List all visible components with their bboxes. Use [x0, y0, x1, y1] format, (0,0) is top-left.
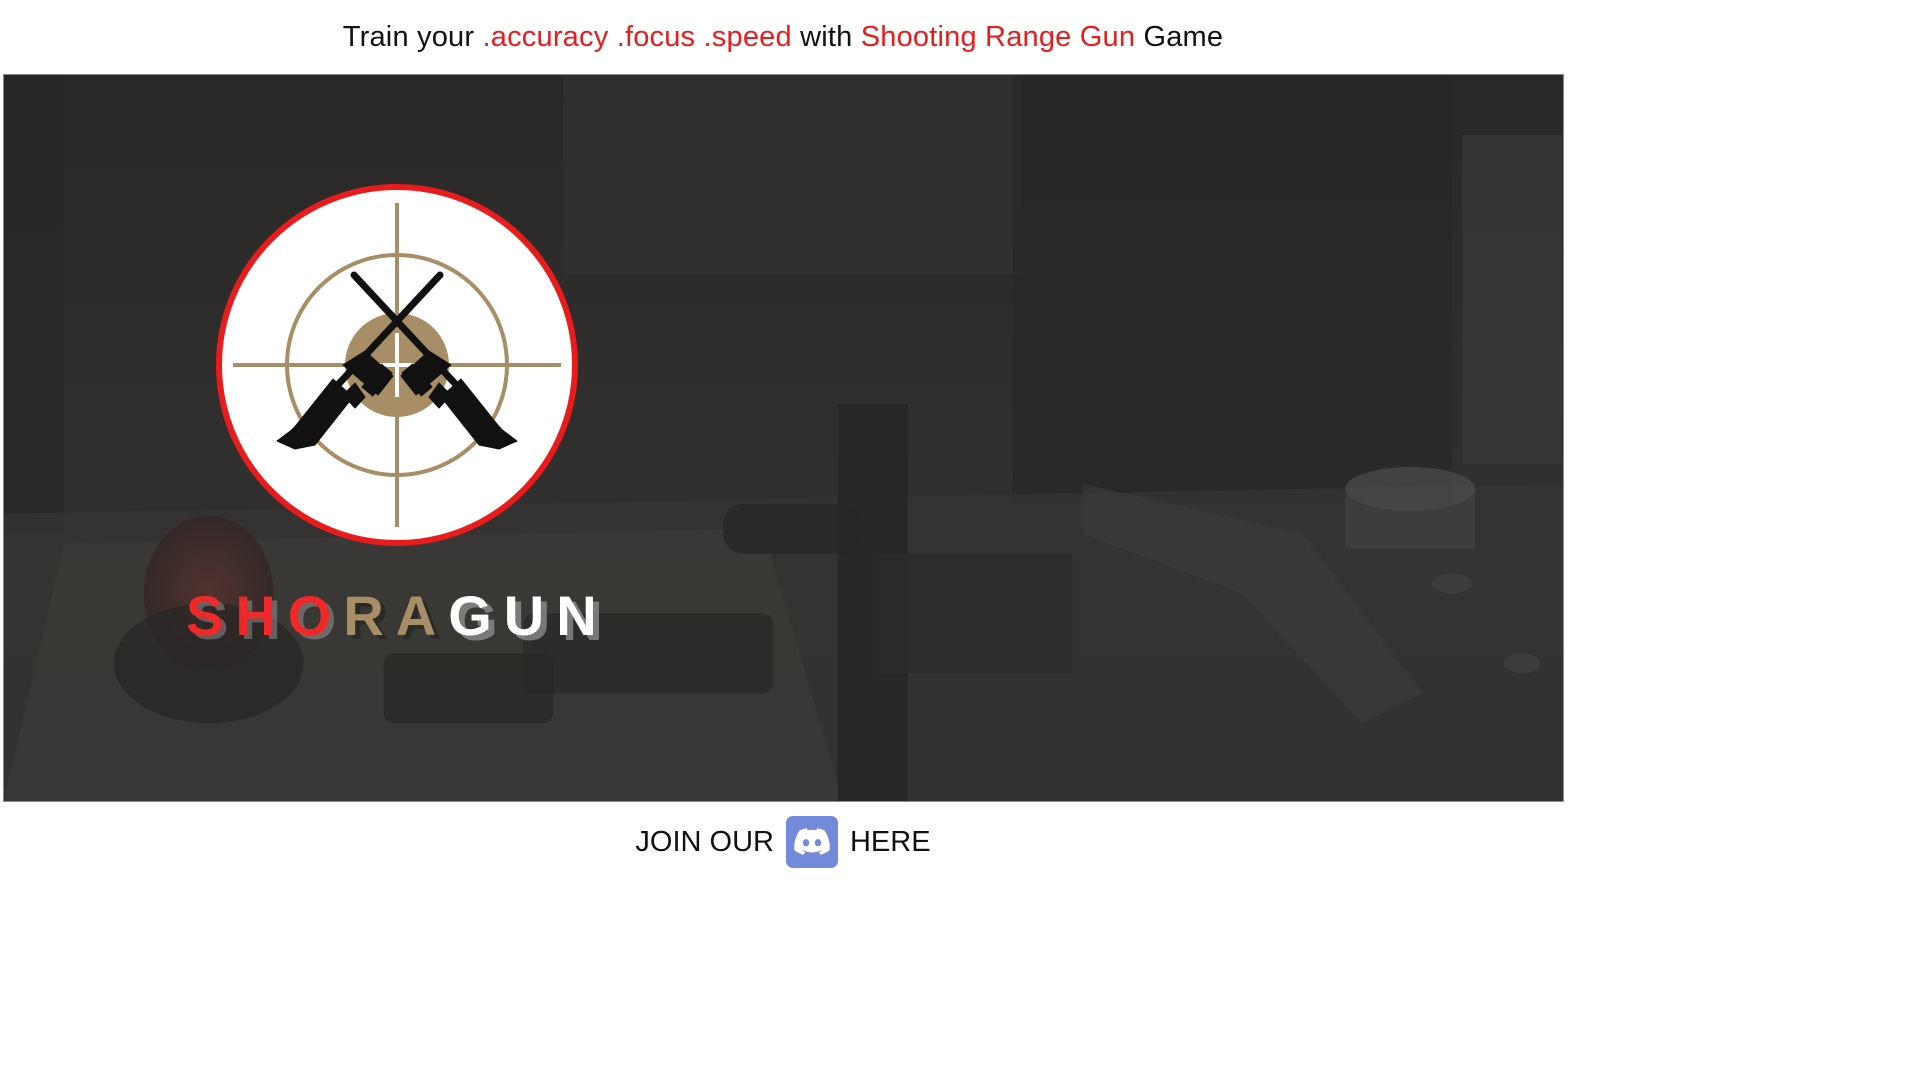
heading-text-with: with — [791, 21, 861, 53]
discord-link-button[interactable] — [785, 816, 838, 868]
page-heading: Train your .accuracy .focus .speed with … — [0, 0, 1566, 75]
here-label: HERE — [849, 825, 931, 858]
wordmark-part-ra: RA — [343, 584, 449, 647]
heading-speed: .speed — [703, 21, 792, 53]
heading-focus: .focus — [616, 21, 696, 53]
discord-icon — [794, 828, 830, 855]
join-our-label: JOIN OUR — [635, 825, 774, 858]
heading-game-name: Shooting Range Gun — [860, 21, 1136, 53]
wordmark-part-gun: GUN — [448, 584, 609, 647]
heading-text-suffix: Game — [1135, 21, 1224, 53]
brand-wordmark: SHO RA GUN — [186, 581, 609, 651]
heading-accuracy: .accuracy — [482, 21, 609, 53]
hero-banner: SHO RA GUN — [3, 74, 1564, 802]
crosshair-logo-icon — [216, 184, 578, 546]
footer-discord-cta: JOIN OUR HERE — [0, 804, 1566, 880]
wordmark-part-sho: SHO — [186, 584, 344, 647]
heading-text-prefix: Train your — [342, 21, 483, 53]
